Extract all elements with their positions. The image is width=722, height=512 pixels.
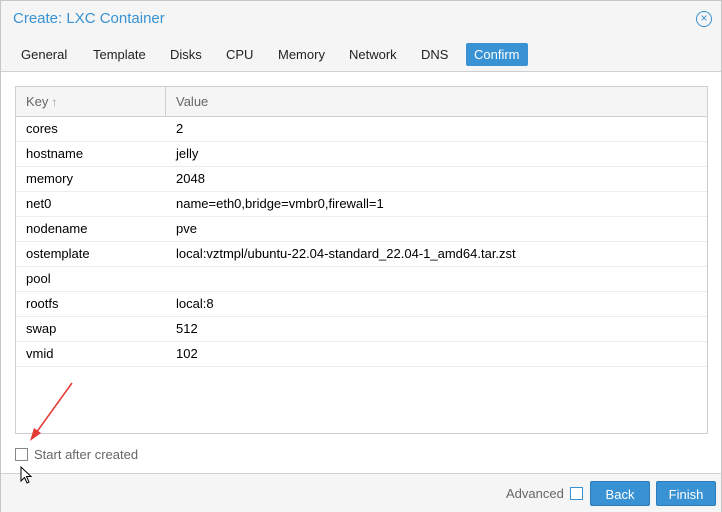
row-key: vmid [26, 346, 54, 361]
row-value: local:8 [176, 296, 214, 311]
tab-network[interactable]: Network [341, 43, 405, 66]
finish-button[interactable]: Finish [656, 481, 716, 506]
row-value: 2048 [176, 171, 205, 186]
column-header-value[interactable]: Value [166, 87, 707, 116]
row-key: net0 [26, 196, 52, 211]
row-key: swap [26, 321, 57, 336]
row-value: 2 [176, 121, 184, 136]
sort-ascending-icon: ↑ [51, 95, 58, 109]
tab-confirm[interactable]: Confirm [466, 43, 528, 66]
dialog-titlebar: Create: LXC Container × [1, 1, 721, 39]
row-key: nodename [26, 221, 88, 236]
table-row[interactable]: swap 512 [16, 317, 707, 342]
column-header-key-label: Key [26, 94, 49, 109]
create-lxc-dialog: Create: LXC Container × General Template… [0, 0, 722, 512]
tab-general[interactable]: General [13, 43, 75, 66]
confirm-panel: Key ↑ Value cores 2 hostname jelly memory 20… [1, 71, 721, 474]
table-row[interactable]: pool [16, 267, 707, 292]
row-key: hostname [26, 146, 84, 161]
back-button[interactable]: Back [590, 481, 650, 506]
table-row[interactable]: net0 name=eth0,bridge=vmbr0,firewall=1 [16, 192, 707, 217]
advanced-label[interactable]: Advanced [506, 486, 564, 501]
grid-header: Key ↑ Value [16, 87, 707, 117]
row-value: local:vztmpl/ubuntu-22.04-standard_22.04… [176, 246, 516, 261]
column-header-value-label: Value [176, 94, 209, 109]
advanced-checkbox[interactable] [570, 487, 583, 500]
table-row[interactable]: hostname jelly [16, 142, 707, 167]
table-row[interactable]: cores 2 [16, 117, 707, 142]
start-after-created-label[interactable]: Start after created [34, 447, 138, 462]
row-value: name=eth0,bridge=vmbr0,firewall=1 [176, 196, 384, 211]
close-icon[interactable]: × [696, 11, 712, 27]
dialog-title: Create: LXC Container [13, 10, 165, 27]
summary-grid: Key ↑ Value cores 2 hostname jelly memory 20… [15, 86, 708, 434]
row-key: cores [26, 121, 58, 136]
row-key: ostemplate [26, 246, 90, 261]
table-row[interactable]: vmid 102 [16, 342, 707, 367]
row-value: pve [176, 221, 197, 236]
row-value: 102 [176, 346, 198, 361]
tab-dns[interactable]: DNS [413, 43, 456, 66]
dialog-footer: Advanced Back Finish [1, 473, 721, 512]
column-header-key[interactable]: Key ↑ [16, 87, 166, 116]
row-key: rootfs [26, 296, 59, 311]
table-row[interactable]: nodename pve [16, 217, 707, 242]
tab-template[interactable]: Template [85, 43, 154, 66]
tab-memory[interactable]: Memory [270, 43, 333, 66]
start-after-created-checkbox[interactable] [15, 448, 28, 461]
row-value: jelly [176, 146, 199, 161]
tab-disks[interactable]: Disks [162, 43, 210, 66]
wizard-tabs: General Template Disks CPU Memory Networ… [1, 39, 721, 71]
table-row[interactable]: ostemplate local:vztmpl/ubuntu-22.04-stan… [16, 242, 707, 267]
grid-rows: cores 2 hostname jelly memory 2048 net0 name… [16, 117, 707, 367]
row-key: pool [26, 271, 51, 286]
table-row[interactable]: memory 2048 [16, 167, 707, 192]
table-row[interactable]: rootfs local:8 [16, 292, 707, 317]
row-value: 512 [176, 321, 198, 336]
row-key: memory [26, 171, 73, 186]
tab-cpu[interactable]: CPU [218, 43, 261, 66]
